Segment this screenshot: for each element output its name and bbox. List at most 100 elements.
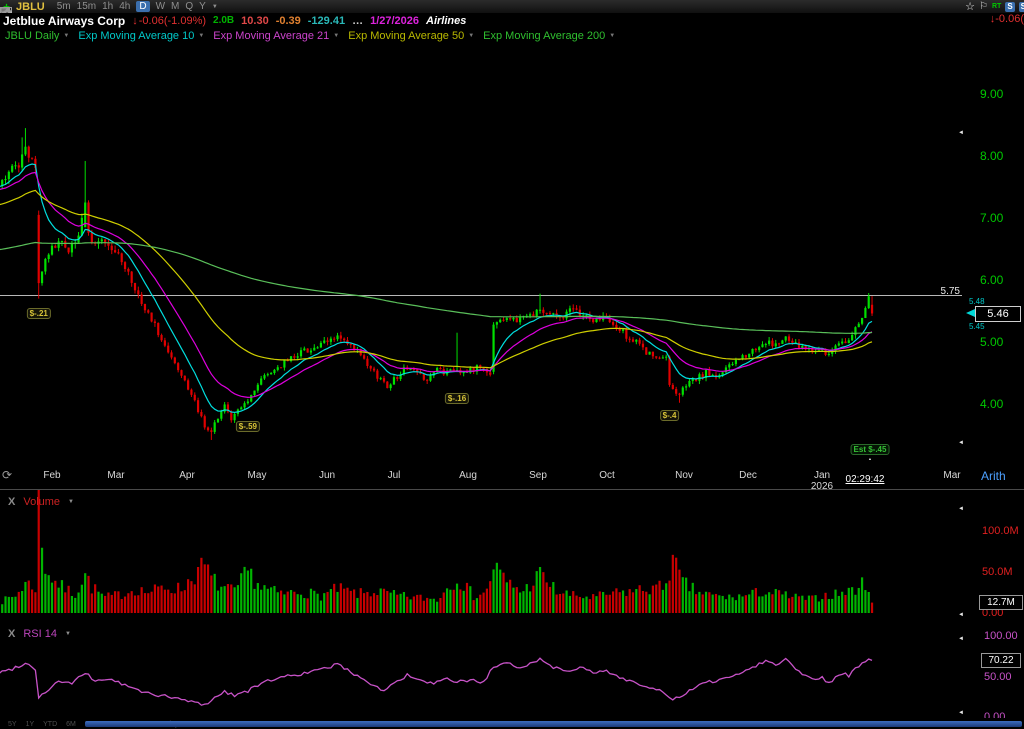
pane-handle-icon[interactable]: ◄ <box>958 130 964 136</box>
close-volume-button[interactable]: X <box>8 496 15 508</box>
rsi-title[interactable]: RSI 14 <box>23 628 57 640</box>
chevron-down-icon[interactable]: ▼ <box>68 499 74 505</box>
watchlist-star-icon[interactable]: ☆ <box>965 0 975 13</box>
range-ytd[interactable]: YTD <box>43 721 57 728</box>
rsi-chart[interactable] <box>0 620 1024 722</box>
rsi-tick-label: 100.00 <box>984 630 1018 642</box>
quote-stat-3: -129.41 <box>308 15 345 27</box>
timeframe-daily[interactable]: D <box>136 1 149 12</box>
ema10-label: Exp Moving Average 10 <box>78 30 194 42</box>
rsi-pane-header: X RSI 14 ▼ <box>8 628 71 640</box>
refresh-icon[interactable]: ⟳ <box>2 468 12 482</box>
chart-scrollbar[interactable] <box>85 721 1022 727</box>
pane-handle-icon[interactable]: ◄ <box>958 506 964 512</box>
pane-handle-icon[interactable]: ◄ <box>958 710 964 716</box>
corner-change-clipped: ↓-0.06( <box>990 13 1024 25</box>
volume-tick-label: 50.0M <box>982 566 1013 578</box>
toolbar-right-group: ☆ ⚐ RT S S <box>965 0 1022 13</box>
pane-handle-icon[interactable]: ◄ <box>958 636 964 642</box>
timeframe-dropdown-icon[interactable]: ▼ <box>212 4 218 10</box>
sector-label: Airlines <box>426 15 466 27</box>
chevron-down-icon: ▼ <box>198 33 204 39</box>
chevron-down-icon: ▼ <box>468 33 474 39</box>
chart-toolbar: + JBLU 5m 15m 1h 4h D W M Q Y ▼ ☆ ⚐ RT S… <box>0 0 1024 13</box>
volume-pane-header: X Volume ▼ <box>8 496 74 508</box>
price-tick-label: 6.00 <box>980 273 1003 287</box>
chevron-down-icon: ▼ <box>63 33 69 39</box>
candlestick-chart[interactable] <box>0 44 1024 460</box>
range-6m[interactable]: 6M <box>66 721 76 728</box>
timeframe-quarterly[interactable]: Q <box>185 1 193 12</box>
last-price-arrow-icon <box>966 309 975 317</box>
chevron-down-icon: ▼ <box>609 33 615 39</box>
company-name: Jetblue Airways Corp <box>3 14 125 28</box>
quote-ellipsis[interactable]: … <box>352 15 363 27</box>
indicator-row: JBLU Daily ▼ Exp Moving Average 10 ▼ Exp… <box>0 28 1024 44</box>
alert-flag-icon[interactable]: ⚐ <box>979 1 988 12</box>
rsi-tick-label: 50.00 <box>984 671 1012 683</box>
timeframe-monthly[interactable]: M <box>171 1 179 12</box>
volume-chart[interactable] <box>0 490 1024 620</box>
series-label: JBLU Daily <box>5 30 59 42</box>
timeframe-yearly[interactable]: Y <box>199 1 206 12</box>
quote-stat-1: 10.30 <box>241 15 269 27</box>
close-rsi-button[interactable]: X <box>8 628 15 640</box>
month-label: Apr <box>179 470 195 481</box>
earnings-marker: $-.16 <box>445 393 469 404</box>
price-change: -0.06(-1.09%) <box>139 15 206 27</box>
indicator-ema200[interactable]: Exp Moving Average 200 ▼ <box>483 30 615 42</box>
timeframe-4h[interactable]: 4h <box>119 1 130 12</box>
pane-handle-icon[interactable]: ◄ <box>958 612 964 618</box>
range-1y[interactable]: 1Y <box>26 721 35 728</box>
month-label: Mar <box>107 470 124 481</box>
timeframe-15m[interactable]: 15m <box>77 1 96 12</box>
ema21-label: Exp Moving Average 21 <box>213 30 329 42</box>
indicator-ema50[interactable]: Exp Moving Average 50 ▼ <box>348 30 474 42</box>
timeframe-weekly[interactable]: W <box>156 1 165 12</box>
ema50-label: Exp Moving Average 50 <box>348 30 464 42</box>
chevron-down-icon: ▼ <box>333 33 339 39</box>
month-label: Oct <box>599 470 615 481</box>
symbol-label[interactable]: JBLU <box>16 1 45 13</box>
month-label: Mar <box>943 470 960 481</box>
ema200-label: Exp Moving Average 200 <box>483 30 605 42</box>
earnings-marker: $-.4 <box>660 410 680 421</box>
earnings-marker: $-.21 <box>27 308 51 319</box>
series-selector[interactable]: JBLU Daily ▼ <box>5 30 69 42</box>
month-label: Feb <box>43 470 60 481</box>
volume-title[interactable]: Volume <box>23 496 60 508</box>
month-label: Jun <box>319 470 335 481</box>
quote-stat-2: -0.39 <box>276 15 301 27</box>
chevron-down-icon[interactable]: ▼ <box>65 631 71 637</box>
price-tick-label: 4.00 <box>980 397 1003 411</box>
horizontal-line-label: 5.75 <box>905 286 960 297</box>
price-tick-label: 5.00 <box>980 335 1003 349</box>
market-cap: 2.0B <box>213 15 234 26</box>
range-5y[interactable]: 5Y <box>8 721 17 728</box>
month-label: Nov <box>675 470 693 481</box>
clipped-badge[interactable]: S <box>1019 2 1024 12</box>
pane-handle-icon[interactable]: ◄ <box>958 440 964 446</box>
data-source-badge[interactable]: S <box>1005 2 1014 12</box>
month-label: May <box>248 470 267 481</box>
candle-countdown-timer: 02:29:42 <box>846 474 885 485</box>
price-tick-label: 8.00 <box>980 149 1003 163</box>
volume-current-box: 12.7M <box>979 595 1023 610</box>
rsi-current-box: 70.22 <box>981 653 1021 668</box>
price-tick-label: 9.00 <box>980 87 1003 101</box>
quote-date: 1/27/2026 <box>370 15 419 27</box>
down-arrow-icon: ↓ <box>132 15 138 27</box>
realtime-badge: RT <box>992 3 1001 10</box>
indicator-ema10[interactable]: Exp Moving Average 10 ▼ <box>78 30 204 42</box>
date-axis[interactable]: ⟳ FebMarAprMayJunJulAugSepOctNovDecJan20… <box>0 460 1024 490</box>
month-label: Jul <box>388 470 401 481</box>
bid-price: 5.45 <box>969 322 985 331</box>
trading-platform-window: + JBLU 5m 15m 1h 4h D W M Q Y ▼ ☆ ⚐ RT S… <box>0 0 1024 729</box>
timeframe-1h[interactable]: 1h <box>102 1 113 12</box>
timeframe-5m[interactable]: 5m <box>57 1 71 12</box>
indicator-ema21[interactable]: Exp Moving Average 21 ▼ <box>213 30 339 42</box>
month-label: Aug <box>459 470 477 481</box>
scale-mode-label[interactable]: Arith <box>981 469 1006 483</box>
month-label: Sep <box>529 470 547 481</box>
earnings-estimate-badge: Est $-.45 <box>851 444 890 455</box>
